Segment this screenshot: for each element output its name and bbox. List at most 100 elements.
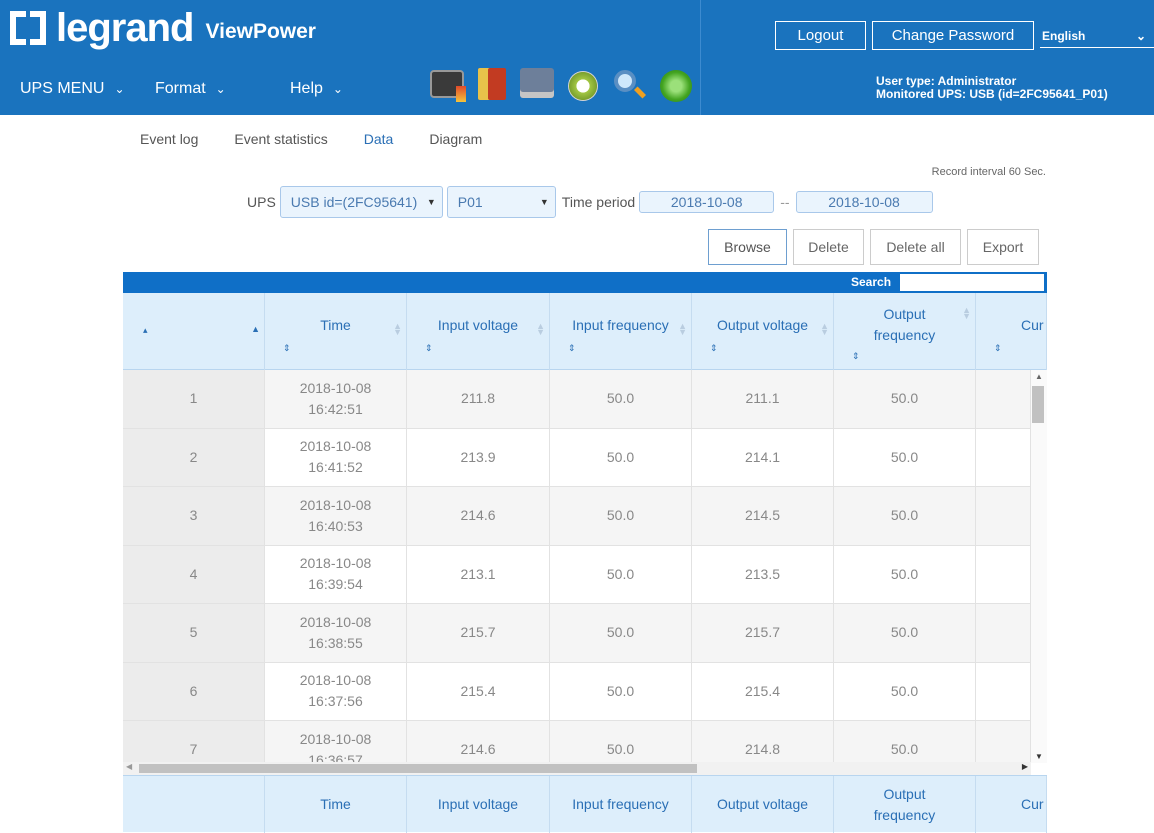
table-row[interactable]: 3 2018-10-08 16:40:53 214.6 50.0 214.5 50.0 xyxy=(123,487,1031,546)
scroll-thumb[interactable] xyxy=(1032,386,1044,423)
dropdown-arrow-icon: ▼ xyxy=(426,197,436,207)
legrand-logo-mark-icon xyxy=(10,11,50,45)
sort-indicator-icon: ▲ ▼ xyxy=(678,321,687,337)
data-table: Search ▴ ▲ Time ⇕ ▲ ▼ Input voltage ⇕ ▲ ▼ … xyxy=(123,272,1047,833)
date-from-input[interactable]: 2018-10-08 xyxy=(639,191,775,213)
cell-output-voltage: 214.8 xyxy=(692,721,834,763)
app-name: ViewPower xyxy=(205,20,316,43)
cell-output-frequency: 50.0 xyxy=(834,370,976,428)
scroll-thumb[interactable] xyxy=(139,764,697,773)
table-body: 1 2018-10-08 16:42:51 211.8 50.0 211.1 50.0 2 20… xyxy=(123,370,1031,763)
column-header-label: Input voltage xyxy=(437,317,519,333)
cell-date-part: 2018-10-08 xyxy=(299,672,372,689)
footer-cell-input-voltage: Input voltage xyxy=(407,776,550,833)
menu-help[interactable]: Help ⌄ xyxy=(290,80,343,98)
sort-asc-icon: ▴ xyxy=(143,325,148,335)
browse-button[interactable]: Browse xyxy=(708,229,787,265)
sort-icon: ⇕ xyxy=(994,343,1002,353)
column-header-input-frequency[interactable]: Input frequency ⇕ ▲ ▼ xyxy=(550,293,692,370)
tools-icon[interactable] xyxy=(520,68,554,98)
export-button[interactable]: Export xyxy=(967,229,1039,265)
table-row[interactable]: 2 2018-10-08 16:41:52 213.9 50.0 214.1 50.0 xyxy=(123,428,1031,487)
scroll-up-icon[interactable]: ▲ xyxy=(1035,372,1043,381)
sort-indicator-icon: ▲ ▼ xyxy=(962,305,971,321)
tab-event-log[interactable]: Event log xyxy=(140,131,198,147)
scroll-left-icon[interactable]: ◀ xyxy=(126,762,132,771)
vertical-scrollbar[interactable]: ▲ ▼ xyxy=(1031,370,1047,763)
table-row[interactable]: 4 2018-10-08 16:39:54 213.1 50.0 213.5 50.0 xyxy=(123,545,1031,604)
chevron-down-icon: ⌄ xyxy=(215,82,226,96)
ups-select[interactable]: USB id=(2FC95641) ▼ xyxy=(279,186,443,218)
menu-format[interactable]: Format ⌄ xyxy=(155,80,226,98)
table-header: ▴ ▲ Time ⇕ ▲ ▼ Input voltage ⇕ ▲ ▼ Input f… xyxy=(123,293,1047,370)
cell-time-part: 16:42:51 xyxy=(308,400,363,417)
column-header-label: Output frequency xyxy=(873,306,936,343)
tab-data[interactable]: Data xyxy=(364,131,394,147)
cell-input-frequency: 50.0 xyxy=(550,487,692,545)
port-select-value: P01 xyxy=(457,194,483,210)
search-icon[interactable] xyxy=(612,68,647,102)
date-to-input[interactable]: 2018-10-08 xyxy=(795,191,933,213)
chevron-down-icon: ⌄ xyxy=(114,82,125,96)
delete-button[interactable]: Delete xyxy=(793,229,864,265)
sort-indicator-icon: ▲ ▼ xyxy=(536,321,545,337)
tab-diagram[interactable]: Diagram xyxy=(429,131,482,147)
monitor-icon[interactable] xyxy=(430,70,466,102)
search-input[interactable] xyxy=(899,273,1045,292)
building-icon[interactable] xyxy=(478,68,506,100)
tab-event-statistics[interactable]: Event statistics xyxy=(234,131,327,147)
column-header-output-frequency[interactable]: Output frequency ⇕ ▲ ▼ xyxy=(834,293,976,370)
cell-input-voltage: 214.6 xyxy=(407,487,550,545)
cell-output-voltage: 211.1 xyxy=(692,370,834,428)
column-header-time[interactable]: Time ⇕ ▲ ▼ xyxy=(265,293,407,370)
language-value: English xyxy=(1042,29,1086,43)
cell-time-part: 16:39:54 xyxy=(308,576,363,593)
cell-output-voltage: 215.7 xyxy=(692,604,834,662)
column-header-label: Cur xyxy=(1021,317,1044,333)
sort-indicator-icon: ▲ ▼ xyxy=(393,321,402,337)
cell-time-part: 16:38:55 xyxy=(308,634,363,651)
table-row[interactable]: 5 2018-10-08 16:38:55 215.7 50.0 215.7 50.0 xyxy=(123,604,1031,663)
cell-output-voltage: 213.5 xyxy=(692,545,834,603)
table-row[interactable]: 7 2018-10-08 16:36:57 214.6 50.0 214.8 50.0 xyxy=(123,721,1031,763)
gear-icon[interactable] xyxy=(568,71,598,101)
cell-time: 2018-10-08 16:36:57 xyxy=(265,721,407,763)
filter-row: UPS USB id=(2FC95641) ▼ P01 ▼ Time perio… xyxy=(247,186,933,218)
scroll-right-icon[interactable]: ▶ xyxy=(1022,762,1028,771)
table-footer: Time Input voltage Input frequency Outpu… xyxy=(123,775,1047,833)
column-header-input-voltage[interactable]: Input voltage ⇕ ▲ ▼ xyxy=(407,293,550,370)
port-select[interactable]: P01 ▼ xyxy=(446,186,556,218)
menu-ups[interactable]: UPS MENU ⌄ xyxy=(20,80,125,98)
cell-index: 2 xyxy=(123,428,265,486)
table-row[interactable]: 1 2018-10-08 16:42:51 211.8 50.0 211.1 50.0 xyxy=(123,370,1031,429)
table-row[interactable]: 6 2018-10-08 16:37:56 215.4 50.0 215.4 50.0 xyxy=(123,662,1031,721)
delete-all-button[interactable]: Delete all xyxy=(870,229,961,265)
cell-time-part: 16:41:52 xyxy=(308,459,363,476)
logout-button[interactable]: Logout xyxy=(775,21,866,50)
cell-output-frequency: 50.0 xyxy=(834,487,976,545)
cell-date-part: 2018-10-08 xyxy=(299,379,372,396)
horizontal-scrollbar[interactable]: ◀ ▶ xyxy=(123,762,1031,775)
column-header-current[interactable]: Cur ⇕ xyxy=(976,293,1047,370)
refresh-icon[interactable] xyxy=(660,70,692,102)
date-separator: -- xyxy=(780,194,790,210)
time-period-label: Time period xyxy=(561,194,636,210)
sort-indicator-icon: ▲ ▼ xyxy=(820,321,829,337)
footer-cell-output-frequency: Output frequency xyxy=(834,776,976,833)
cell-input-frequency: 50.0 xyxy=(550,721,692,763)
cell-input-voltage: 215.4 xyxy=(407,662,550,720)
cell-index: 3 xyxy=(123,487,265,545)
cell-input-frequency: 50.0 xyxy=(550,545,692,603)
cell-input-frequency: 50.0 xyxy=(550,604,692,662)
cell-output-voltage: 214.5 xyxy=(692,487,834,545)
scroll-down-icon[interactable]: ▼ xyxy=(1035,752,1043,761)
cell-time-part: 16:40:53 xyxy=(308,517,363,534)
user-info: User type: Administrator Monitored UPS: … xyxy=(876,75,1108,101)
language-select[interactable]: English ⌄ xyxy=(1040,24,1154,48)
change-password-button[interactable]: Change Password xyxy=(872,21,1034,50)
column-header-output-voltage[interactable]: Output voltage ⇕ ▲ ▼ xyxy=(692,293,834,370)
cell-index: 4 xyxy=(123,545,265,603)
cell-current xyxy=(976,428,1031,486)
column-header-index[interactable]: ▴ ▲ xyxy=(123,293,265,370)
monitored-ups: Monitored UPS: USB (id=2FC95641_P01) xyxy=(876,87,1108,101)
